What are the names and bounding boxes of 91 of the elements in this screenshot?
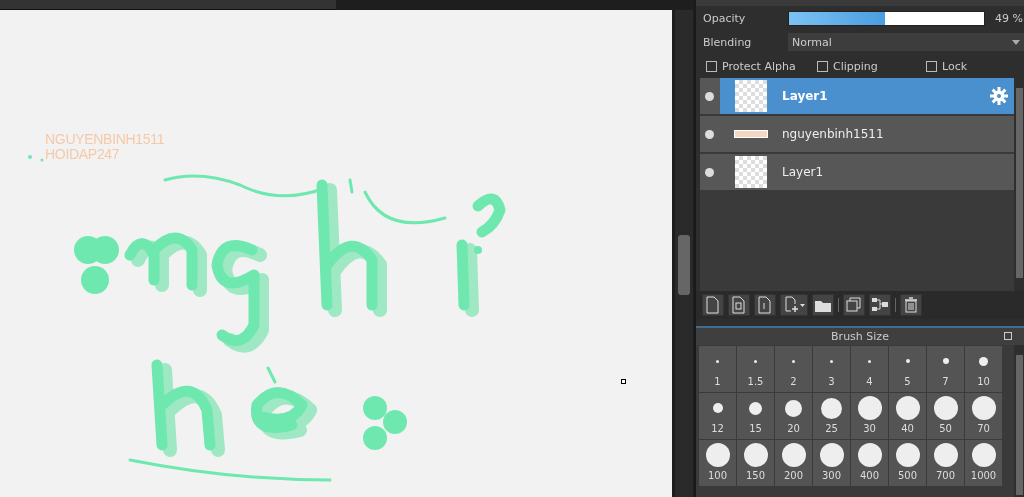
brush-dot-icon [895,396,920,420]
brush-dot-icon [716,359,719,363]
brush-dot-icon [933,396,958,420]
scrollbar-thumb[interactable] [678,235,690,295]
opacity-value: 49 % [995,11,1023,25]
layer-name: Layer1 [782,78,990,114]
brush-dot-icon [821,397,842,419]
scrollbar[interactable] [1014,345,1024,497]
brush-dot-icon [705,443,730,467]
brush-size-cell[interactable]: 1000 [965,440,1002,486]
brush-size-cell[interactable]: 150 [737,440,774,486]
duplicate-icon [844,295,864,315]
brush-dot-icon [830,359,833,363]
opacity-label: Opacity [703,11,747,25]
scrollbar[interactable] [675,10,693,497]
brush-size-cell[interactable]: 15 [737,393,774,439]
brush-size-cell[interactable]: 100 [699,440,736,486]
scrollbar-thumb[interactable] [1016,88,1023,278]
brush-dot-icon [743,443,768,467]
signature-text: HOIDAP247 [45,147,121,162]
brush-size-cell[interactable]: 12 [699,393,736,439]
brush-size-cell[interactable]: 40 [889,393,926,439]
layer-row[interactable]: Layer1 [700,78,1014,116]
layer-name: Layer1 [782,164,825,181]
folder-button[interactable] [812,294,834,316]
brush-size-cell[interactable]: 20 [775,393,812,439]
brush-size-cell[interactable]: 300 [813,440,850,486]
caret-icon [1012,39,1020,45]
brush-size-cell[interactable]: 400 [851,440,888,486]
settings-icon[interactable] [990,87,1008,105]
brush-dot-icon [895,443,920,467]
brush-size-cell[interactable]: 30 [851,393,888,439]
brush-size-cell[interactable]: 700 [927,440,964,486]
add-layer-icon [782,295,806,315]
brush-size-cell[interactable]: 4 [851,346,888,392]
visibility-dot-icon[interactable] [705,129,714,139]
panel-title: Brush Size [831,330,889,343]
brush-dot-icon [933,443,958,467]
visibility-dot-icon[interactable] [705,91,714,101]
layer-row[interactable]: Layer1 [700,154,1014,192]
scrollbar-thumb[interactable] [1016,355,1023,495]
brush-dot-icon [971,396,996,420]
blending-dropdown[interactable]: Normal [788,33,1024,51]
brush-size-cell[interactable]: 70 [965,393,1002,439]
brush-dot-icon [857,396,882,420]
brush-dot-icon [868,359,871,363]
brush-size-cell[interactable]: 200 [775,440,812,486]
trash-button[interactable] [900,294,922,316]
brush-size-cell[interactable]: 7 [927,346,964,392]
layer-thumbnail [735,80,767,112]
layer-thumbnail [734,130,768,138]
layer-1bit-button[interactable] [754,294,776,316]
layer-8bit-button[interactable] [728,294,750,316]
checkbox[interactable]: Protect Alpha [706,59,817,73]
brush-size-cell[interactable]: 10 [965,346,1002,392]
brush-size-cell[interactable]: 50 [927,393,964,439]
opacity-slider[interactable] [788,10,985,26]
new-layer-button[interactable] [702,294,724,316]
duplicate-button[interactable] [843,294,865,316]
checkbox[interactable]: Clipping [817,59,926,73]
brush-dot-icon [857,443,882,467]
brush-dot-icon [749,401,762,415]
brush-size-cell[interactable]: 3 [813,346,850,392]
brush-dot-icon [754,359,757,363]
brush-dot-icon [712,403,723,413]
brush-size-cell[interactable]: 2 [775,346,812,392]
visibility-dot-icon[interactable] [705,167,714,177]
brush-dot-icon [905,359,910,363]
checkbox[interactable]: Lock [926,59,968,73]
scrollbar[interactable] [1014,78,1024,291]
brush-size-cell[interactable]: 1.5 [737,346,774,392]
signature-text: NGUYENBINH1511 [45,132,165,147]
blending-label: Blending [703,35,753,49]
layer-name: nguyenbinh1511 [782,126,885,143]
brush-dot-icon [792,359,795,363]
merge-button[interactable] [869,294,891,316]
add-layer-button[interactable] [780,294,808,316]
brush-size-cell[interactable]: 5 [889,346,926,392]
cursor-icon [621,379,626,384]
brush-dot-icon [971,443,996,467]
brush-dot-icon [979,356,988,366]
brush-size-cell[interactable]: 500 [889,440,926,486]
brush-dot-icon [819,443,844,467]
brush-size-cell[interactable]: 1 [699,346,736,392]
brush-size-cell[interactable]: 25 [813,393,850,439]
layer-row[interactable]: nguyenbinh1511 [700,116,1014,154]
layer-thumbnail [735,156,767,188]
brush-dot-icon [942,358,949,364]
detach-icon[interactable] [1004,332,1012,340]
brush-dot-icon [781,443,806,467]
brush-dot-icon [785,399,802,417]
